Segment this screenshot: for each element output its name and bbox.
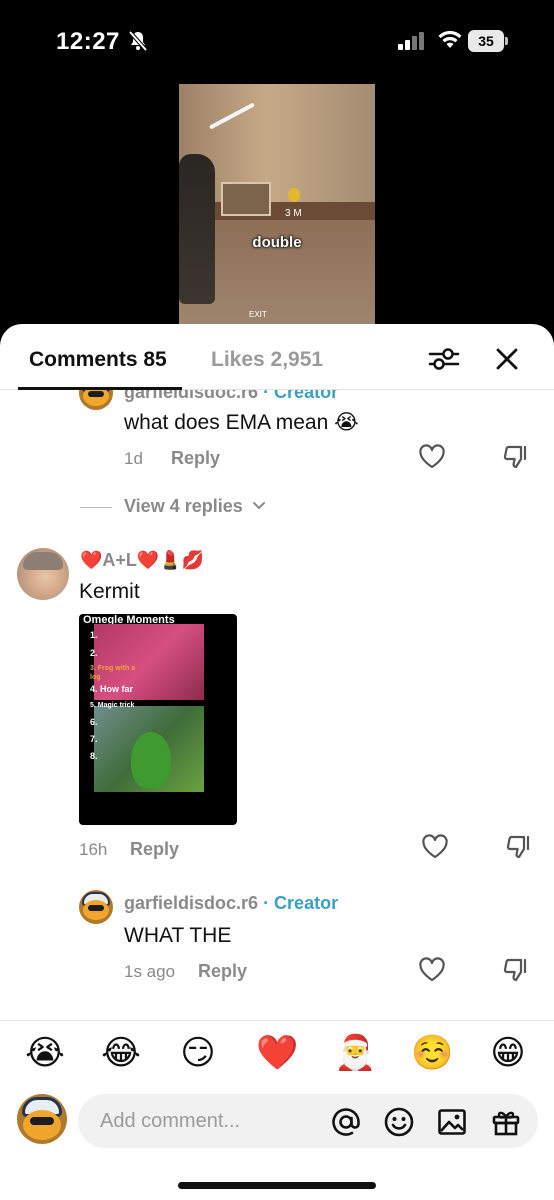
emoji-quick-bar: 😭 😂 😏 ❤️ 🎅 ☺️ 😁 [0, 1020, 554, 1084]
tab-comments[interactable]: Comments 85 [29, 348, 167, 372]
reply-button[interactable]: Reply [130, 839, 179, 860]
comments-sheet: Comments 85 Likes 2,951 garfieldisdoc.r6… [0, 324, 554, 1200]
emoji-blush[interactable]: ☺️ [411, 1033, 453, 1073]
comment-text: Kermit [79, 580, 140, 603]
kermit-figure [131, 732, 171, 788]
gif-line: 6. [90, 717, 98, 727]
image-icon[interactable] [436, 1106, 468, 1138]
vent-shape [221, 182, 271, 216]
battery-percent: 35 [478, 33, 494, 49]
comment-composer: Add comment... [0, 1084, 554, 1200]
gift-icon[interactable] [490, 1106, 522, 1138]
emoji-heart[interactable]: ❤️ [256, 1033, 298, 1073]
my-avatar [17, 1094, 67, 1144]
dislike-icon[interactable] [502, 957, 530, 983]
dislike-icon[interactable] [505, 834, 533, 860]
gif-line: 8. [90, 751, 98, 761]
comment-age: 16h [79, 840, 108, 859]
gif-attachment[interactable]: Omegle Moments 1. 2. 3. Frog with a log … [79, 614, 237, 825]
status-bar: 12:27 35 [0, 0, 554, 84]
gif-line: 2. [90, 648, 98, 658]
heart-icon[interactable] [418, 444, 446, 470]
reply-button[interactable]: Reply [198, 961, 247, 982]
wifi-icon [438, 30, 462, 48]
comment-username[interactable]: garfieldisdoc.r6 · Creator [124, 893, 338, 914]
comment-age: 1s ago [124, 962, 176, 981]
player-figure [179, 154, 215, 304]
comment-text: WHAT THE [124, 924, 232, 947]
chevron-down-icon [253, 502, 265, 510]
mention-icon[interactable] [330, 1106, 362, 1138]
comment-input-placeholder: Add comment... [100, 1110, 241, 1132]
creator-badge: · Creator [263, 390, 339, 402]
emoji-santa[interactable]: 🎅 [334, 1033, 376, 1073]
gif-line: 5. Magic trick [90, 702, 135, 709]
comment-age: 1d [124, 449, 143, 468]
location-marker-icon [288, 188, 300, 202]
comment-username[interactable]: garfieldisdoc.r6 · Creator [124, 390, 338, 403]
reply-button[interactable]: Reply [171, 448, 220, 469]
view-replies-label: View 4 replies [124, 496, 243, 516]
avatar[interactable] [79, 390, 113, 410]
video-caption: double [252, 234, 302, 251]
gif-line: 7. [90, 734, 98, 744]
battery-indicator: 35 [468, 30, 508, 52]
gif-line: 3. Frog with a log [90, 665, 136, 681]
sheet-tabs: Comments 85 Likes 2,951 [0, 324, 554, 390]
avatar[interactable] [79, 890, 113, 924]
emoji-picker-icon[interactable] [383, 1106, 415, 1138]
comment-text: what does EMA mean 😭 [124, 411, 359, 434]
video-preview[interactable]: 3 M double EXIT [179, 84, 375, 332]
heart-icon[interactable] [421, 834, 449, 860]
gif-line: 1. [90, 630, 98, 640]
emoji-laughing[interactable]: 😂 [101, 1033, 141, 1073]
home-indicator [178, 1182, 376, 1189]
creator-badge: · Creator [263, 893, 339, 913]
status-time: 12:27 [56, 28, 120, 55]
comment-username[interactable]: ❤️A+L❤️💄💋 [80, 550, 204, 571]
gif-line: 4. How far [90, 684, 134, 694]
comment-list[interactable]: garfieldisdoc.r6 · Creator what does EMA… [0, 390, 554, 1020]
tab-likes[interactable]: Likes 2,951 [211, 348, 323, 372]
dislike-icon[interactable] [502, 444, 530, 470]
emoji-grin[interactable]: 😁 [488, 1033, 528, 1073]
emoji-crying[interactable]: 😭 [25, 1033, 65, 1073]
emoji-smirk[interactable]: 😏 [178, 1033, 218, 1073]
exit-label: EXIT [249, 310, 267, 319]
cellular-signal-icon [398, 32, 424, 50]
close-icon[interactable] [494, 346, 520, 372]
comment-input[interactable]: Add comment... [78, 1094, 538, 1148]
bell-muted-icon [128, 30, 148, 52]
heart-icon[interactable] [418, 957, 446, 983]
distance-label: 3 M [285, 208, 302, 219]
filter-sliders-icon[interactable] [428, 345, 460, 373]
avatar[interactable] [17, 548, 69, 600]
